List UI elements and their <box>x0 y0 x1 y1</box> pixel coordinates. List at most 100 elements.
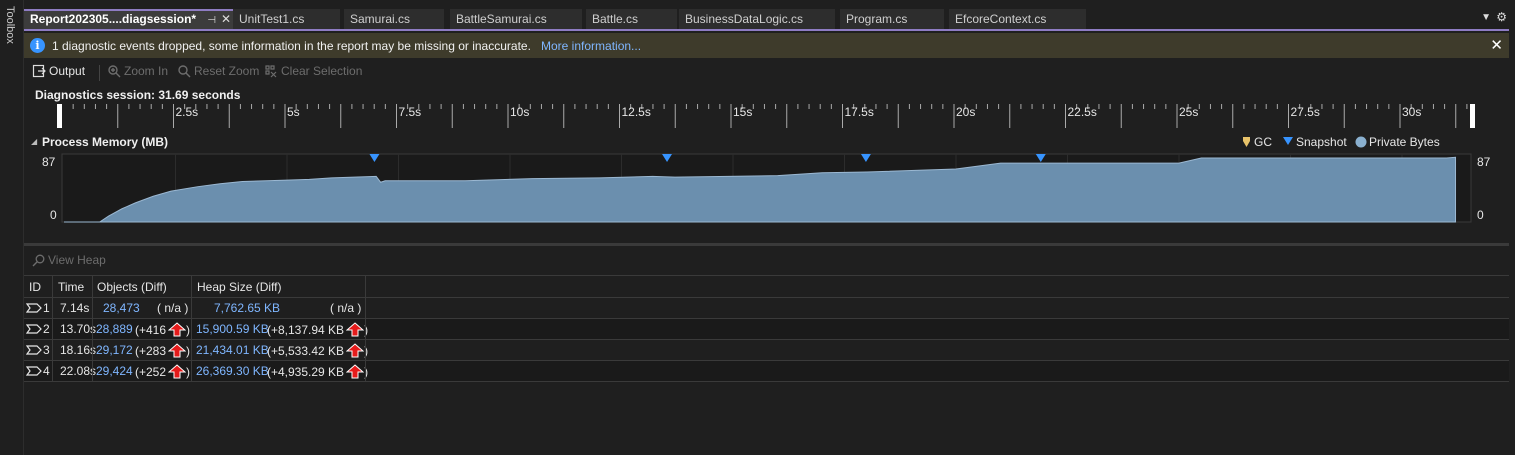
tab-businessdatalogic[interactable]: BusinessDataLogic.cs <box>679 9 835 29</box>
objects-link[interactable]: 29,424 <box>96 364 133 378</box>
column-header-heap-size[interactable]: Heap Size (Diff) <box>197 280 281 294</box>
legend-gc: GC <box>1242 135 1272 149</box>
column-divider <box>92 275 93 382</box>
tab-overflow-dropdown-icon[interactable]: ▼ <box>1481 12 1491 23</box>
ruler-tick-label: 17.5s <box>845 105 874 119</box>
output-icon <box>32 64 46 78</box>
document-tab-bar: Report202305....diagsession* ⊣ ✕ UnitTes… <box>24 9 1515 31</box>
diagnostics-toolbar: Output Zoom In Reset Zoom Clear Selectio… <box>24 62 1509 84</box>
heap-size-diff[interactable]: (+8,137.94 KB) <box>267 322 368 337</box>
heap-size-link[interactable]: 26,369.30 KB <box>196 364 269 378</box>
pin-icon[interactable]: ⊣ <box>207 12 216 29</box>
gc-marker-icon <box>1243 137 1250 147</box>
heap-diff-text: (+4,935.29 KB <box>267 365 345 379</box>
table-row[interactable]: 3 18.16s 29,172 (+283) 21,434.01 KB (+5,533.4… <box>24 340 1509 361</box>
section-divider[interactable] <box>24 243 1509 246</box>
objects-diff[interactable]: (+416) <box>135 322 190 337</box>
view-heap-button[interactable]: View Heap <box>32 253 106 267</box>
row-id: 2 <box>43 322 50 336</box>
toolbox-label[interactable]: Toolbox <box>4 6 16 44</box>
process-memory-chart[interactable]: 87 0 87 0 <box>24 150 1509 242</box>
zoom-in-icon <box>108 65 121 78</box>
tab-samurai[interactable]: Samurai.cs <box>344 9 444 29</box>
tab-program[interactable]: Program.cs <box>840 9 944 29</box>
heap-size-link[interactable]: 15,900.59 KB <box>196 322 269 336</box>
legend-private-bytes: Private Bytes <box>1355 135 1440 149</box>
output-button[interactable]: Output <box>32 64 85 78</box>
tab-label: BusinessDataLogic.cs <box>685 12 804 26</box>
reset-zoom-icon <box>178 65 191 78</box>
objects-diff[interactable]: ( n/a ) <box>157 301 188 315</box>
objects-diff[interactable]: (+283) <box>135 343 190 358</box>
tab-unittest1[interactable]: UnitTest1.cs <box>233 9 340 29</box>
red-up-arrow-icon <box>168 343 187 358</box>
ruler-tick-label: 20s <box>956 105 975 119</box>
ruler-tick-label: 5s <box>287 105 300 119</box>
private-bytes-marker-icon <box>1355 136 1367 148</box>
objects-link[interactable]: 28,889 <box>96 322 133 336</box>
tab-efcorecontext[interactable]: EfcoreContext.cs <box>949 9 1086 29</box>
tab-label: Report202305....diagsession* <box>30 12 197 26</box>
ruler-tick-label: 2.5s <box>176 105 199 119</box>
column-header-id[interactable]: ID <box>29 280 41 294</box>
heap-size-diff[interactable]: ( n/a ) <box>330 301 361 315</box>
search-icon <box>32 254 45 267</box>
red-up-arrow-icon <box>168 322 187 337</box>
heap-diff-text: (+8,137.94 KB <box>267 323 345 337</box>
ruler-tick-label: 10s <box>510 105 529 119</box>
heap-size-link[interactable]: 7,762.65 KB <box>214 301 280 315</box>
collapse-chevron-icon[interactable]: ◢ <box>31 137 37 146</box>
tab-label: UnitTest1.cs <box>239 12 305 26</box>
table-row[interactable]: 1 7.14s 28,473 ( n/a ) 7,762.65 KB ( n/a ) <box>24 298 1509 319</box>
close-icon[interactable]: ✕ <box>1490 36 1503 54</box>
red-up-arrow-icon <box>168 364 187 379</box>
snapshot-row-icon <box>26 324 42 334</box>
table-row[interactable]: 2 13.70s 28,889 (+416) 15,900.59 KB (+8,137.9… <box>24 319 1509 340</box>
heap-size-link[interactable]: 21,434.01 KB <box>196 343 269 357</box>
objects-link[interactable]: 28,473 <box>103 301 140 315</box>
objects-diff-text: (+252 <box>135 365 167 379</box>
tab-report-diagsession[interactable]: Report202305....diagsession* ⊣ ✕ <box>24 9 236 29</box>
tab-battlesamurai[interactable]: BattleSamurai.cs <box>450 9 582 29</box>
objects-diff[interactable]: (+252) <box>135 364 190 379</box>
row-time: 7.14s <box>60 301 90 315</box>
heap-diff-text: ( n/a ) <box>330 301 362 315</box>
column-header-objects[interactable]: Objects (Diff) <box>97 280 167 294</box>
heap-size-diff[interactable]: (+5,533.42 KB) <box>267 343 368 358</box>
table-row[interactable]: 4 22.08s 29,424 (+252) 26,369.30 KB (+4,935.2… <box>24 361 1509 382</box>
objects-diff-text: (+283 <box>135 344 167 358</box>
close-tab-icon[interactable]: ✕ <box>221 11 231 28</box>
toolbar-separator <box>99 65 100 81</box>
zoom-in-button[interactable]: Zoom In <box>107 64 168 78</box>
gear-icon[interactable]: ⚙ <box>1496 10 1507 24</box>
info-bar: i 1 diagnostic events dropped, some info… <box>24 33 1509 58</box>
ruler-tick-label: 30s <box>1402 105 1421 119</box>
view-heap-label: View Heap <box>48 253 106 267</box>
heap-size-diff[interactable]: (+4,935.29 KB) <box>267 364 368 379</box>
output-label: Output <box>49 64 86 78</box>
chart-header: ◢ Process Memory (MB) GC Snapshot Privat… <box>24 132 1509 150</box>
heap-diff-text: (+5,533.42 KB <box>267 344 345 358</box>
clear-selection-button[interactable]: Clear Selection <box>264 64 362 78</box>
legend-snapshot-label: Snapshot <box>1296 135 1347 149</box>
reset-zoom-button[interactable]: Reset Zoom <box>177 64 259 78</box>
objects-diff-text: (+416 <box>135 323 167 337</box>
red-up-arrow-icon <box>346 322 365 337</box>
row-time: 22.08s <box>60 364 97 378</box>
tab-label: EfcoreContext.cs <box>955 12 1047 26</box>
more-information-link[interactable]: More information... <box>541 39 641 53</box>
ruler-tick-label: 15s <box>733 105 752 119</box>
red-up-arrow-icon <box>346 364 365 379</box>
ruler-tick-label: 7.5s <box>399 105 422 119</box>
tab-battle[interactable]: Battle.cs <box>586 9 677 29</box>
y-axis-min-left: 0 <box>50 208 57 222</box>
tab-label: Samurai.cs <box>350 12 411 26</box>
snapshot-row-icon <box>26 345 42 355</box>
toolbox-strip[interactable]: Toolbox <box>0 0 24 455</box>
legend-private-bytes-label: Private Bytes <box>1369 135 1440 149</box>
row-time: 18.16s <box>60 343 97 357</box>
column-divider <box>52 275 53 382</box>
tab-accent-line <box>24 29 1509 31</box>
objects-link[interactable]: 29,172 <box>96 343 133 357</box>
column-header-time[interactable]: Time <box>58 280 84 294</box>
